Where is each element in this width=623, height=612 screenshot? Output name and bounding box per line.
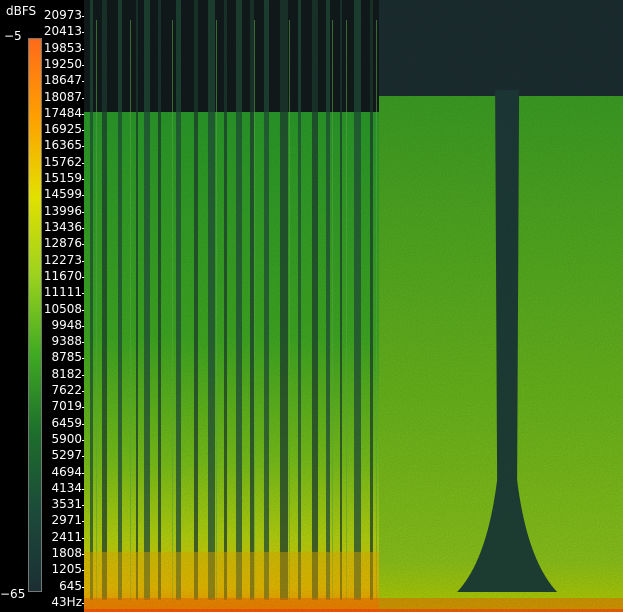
frequency-tick-label: 18087 [43, 89, 82, 104]
frequency-tick-label: 19250 [43, 56, 82, 71]
frequency-tick-label: 12876 [43, 236, 82, 251]
spectrogram-plot[interactable] [84, 0, 623, 612]
frequency-tick-label: 5900 [51, 431, 82, 446]
frequency-tick-label: 4694 [51, 464, 82, 479]
frequency-tick-label: 1808 [51, 546, 82, 561]
frequency-tick-label: 4134 [51, 480, 82, 495]
frequency-tick-label: 9388 [51, 334, 82, 349]
frequency-tick-label: 6459 [51, 415, 82, 430]
frequency-tick-label: 3531 [51, 497, 82, 512]
frequency-tick-label: 1205 [51, 562, 82, 577]
frequency-tick-label: 11670 [43, 268, 82, 283]
colorbar-max-label: −5 [4, 29, 22, 43]
noise-texture [84, 0, 623, 612]
frequency-tick-label: 17484 [43, 105, 82, 120]
frequency-tick-label: 13436 [43, 219, 82, 234]
frequency-tick-label: 14599 [43, 187, 82, 202]
frequency-tick-label: 20973 [43, 8, 82, 22]
frequency-tick-label: 9948 [51, 317, 82, 332]
frequency-tick-label: 43Hz [51, 595, 82, 609]
colorbar [28, 38, 42, 592]
frequency-tick-label: 5297 [51, 448, 82, 463]
frequency-tick-label: 11111 [43, 285, 82, 300]
frequency-tick-label: 7019 [51, 399, 82, 414]
frequency-axis: 20973 20413 19853 19250 18647 18087 17484 16925… [42, 0, 85, 612]
frequency-tick-label: 2971 [51, 513, 82, 528]
frequency-tick-label: 15159 [43, 171, 82, 186]
frequency-tick-label: 13996 [43, 203, 82, 218]
frequency-tick-label: 18647 [43, 73, 82, 88]
frequency-tick-label: 20413 [43, 24, 82, 39]
colorbar-min-label: −65 [0, 587, 26, 601]
frequency-tick-label: 15762 [43, 154, 82, 169]
frequency-tick-label: 10508 [43, 301, 82, 316]
frequency-tick-label: 12273 [43, 252, 82, 267]
spectrogram-view: dBFS −5 −65 20973 20413 19853 19250 18647 180… [0, 0, 623, 612]
frequency-tick-label: 19853 [43, 40, 82, 55]
frequency-tick-label: 16925 [43, 122, 82, 137]
frequency-tick-label: 645 [59, 578, 82, 593]
frequency-tick-label: 16365 [43, 138, 82, 153]
frequency-tick-label: 8182 [51, 366, 82, 381]
frequency-tick-label: 8785 [51, 350, 82, 365]
colorbar-unit-label: dBFS [6, 4, 37, 18]
spectrogram-svg [84, 0, 623, 612]
frequency-tick-label: 7622 [51, 383, 82, 398]
frequency-tick-label: 2411 [51, 529, 82, 544]
